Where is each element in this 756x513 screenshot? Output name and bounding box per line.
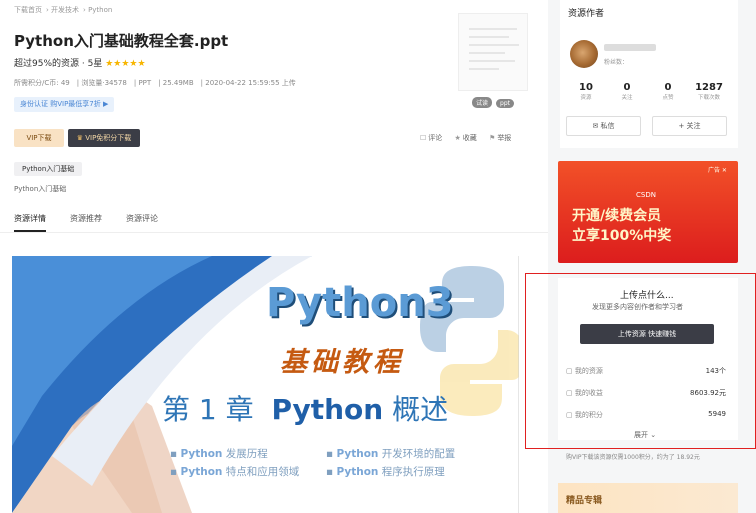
author-section-title: 资源作者: [568, 9, 605, 19]
follow-button[interactable]: + 关注: [652, 116, 727, 136]
highlight-box: [525, 273, 756, 449]
banner-line2: 立享100%中奖: [572, 228, 672, 244]
meta-size: 25.49MB: [162, 79, 194, 87]
stat-downloads: 1287 下载次数: [695, 82, 723, 101]
slide-bullet: ▪ Python 特点和应用领域: [170, 466, 300, 478]
comment-icon: ☐: [420, 134, 427, 142]
report-action[interactable]: ⚑ 举报: [489, 134, 511, 142]
star-icon: ★: [454, 134, 461, 142]
vip-download-button[interactable]: VIP下载: [14, 129, 64, 147]
tab-divider: [0, 232, 548, 233]
slide-heading: Python3: [266, 280, 454, 326]
author-card: 资源作者 粉丝数： 10 资源 0 关注 0 点赞 1287 下载次数 ✉ 私信 + 关…: [560, 0, 738, 148]
favorite-action[interactable]: ★ 收藏: [455, 134, 477, 142]
tag-trial: 试读: [472, 97, 493, 108]
meta-views: 浏览量·34578: [81, 79, 127, 87]
meta-date: 2020-04-22 15:59:55 上传: [205, 79, 296, 87]
slide-bullet: ▪ Python 程序执行原理: [326, 466, 445, 478]
vip-only-label: VIP免积分下载: [85, 134, 132, 142]
rating-text: 超过95%的资源 · 5星: [14, 59, 103, 69]
tab-details[interactable]: 资源详情: [14, 213, 46, 232]
slide-bullet: ▪ Python 开发环境的配置: [326, 448, 456, 460]
banner-line1: 开通/续费会员: [572, 208, 662, 224]
resource-description: Python入门基础: [14, 185, 67, 193]
breadcrumb-item[interactable]: 开发技术: [51, 6, 79, 14]
document-thumbnail[interactable]: [458, 13, 528, 91]
vip-only-button[interactable]: ♛ VIP免积分下载: [68, 129, 140, 147]
stat-following: 0 关注: [621, 82, 633, 101]
comment-action[interactable]: ☐ 评论: [420, 134, 442, 142]
author-name-redacted[interactable]: [604, 44, 656, 51]
category-tag[interactable]: Python入门基础: [14, 162, 83, 176]
meta-type: PPT: [138, 79, 152, 87]
slide-preview: Python3 基础教程 第 1 章 Python 概述 ▪ Python 发展…: [12, 256, 519, 513]
rating: 超过95%的资源 · 5星 ★★★★★: [14, 56, 146, 69]
tab-comments[interactable]: 资源评论: [126, 213, 158, 230]
meta-points: 所需积分/C币: 49: [14, 79, 70, 87]
slide-chapter: 第 1 章 Python 概述: [162, 393, 449, 426]
resource-actions: ☐ 评论 ★ 收藏 ⚑ 举报: [420, 133, 521, 143]
star-rating-icon: ★★★★★: [105, 59, 146, 69]
breadcrumb-item[interactable]: 下载首页: [14, 6, 42, 14]
featured-album[interactable]: 精品专辑: [558, 483, 738, 513]
breadcrumb: 下载首页 › 开发技术 › Python: [14, 6, 113, 14]
slide-subheading: 基础教程: [280, 347, 404, 378]
stat-likes: 0 点赞: [662, 82, 674, 101]
avatar[interactable]: [570, 40, 598, 68]
author-fans: 粉丝数：: [604, 59, 629, 66]
breadcrumb-item[interactable]: Python: [88, 6, 112, 14]
tab-recommend[interactable]: 资源推荐: [70, 213, 102, 230]
featured-label: 精品专辑: [566, 496, 603, 506]
page: 下载首页 › 开发技术 › Python Python入门基础教程全套.ppt 超过…: [0, 0, 756, 513]
thumbnail-tags: 试读 ppt: [472, 90, 518, 109]
main-content: 下载首页 › 开发技术 › Python Python入门基础教程全套.ppt 超过…: [0, 0, 548, 513]
brand-logo: CSDN: [636, 191, 656, 199]
ad-close-icon[interactable]: 广告 ✕: [708, 165, 727, 174]
slide-bullet: ▪ Python 发展历程: [170, 448, 268, 460]
vip-discount-badge[interactable]: 身份认证 购VIP最低享7折 ▶: [14, 97, 115, 112]
message-button[interactable]: ✉ 私信: [566, 116, 641, 136]
flag-icon: ⚑: [489, 134, 496, 142]
vip-price-note: 购VIP下载该资源仅需1000积分，约为了 18.92元: [566, 454, 700, 461]
resource-title: Python入门基础教程全套.ppt: [14, 32, 229, 50]
resource-meta: 所需积分/C币: 49 | 浏览量·34578 | PPT | 25.49MB | 20…: [14, 79, 296, 87]
tag-ppt: ppt: [496, 99, 514, 108]
crown-icon: ♛: [76, 134, 83, 142]
vip-promo-banner[interactable]: 广告 ✕ CSDN 开通/续费会员 立享100%中奖: [558, 161, 738, 263]
stat-resources: 10 资源: [579, 82, 593, 101]
detail-tabs: 资源详情 资源推荐 资源评论: [14, 213, 182, 232]
